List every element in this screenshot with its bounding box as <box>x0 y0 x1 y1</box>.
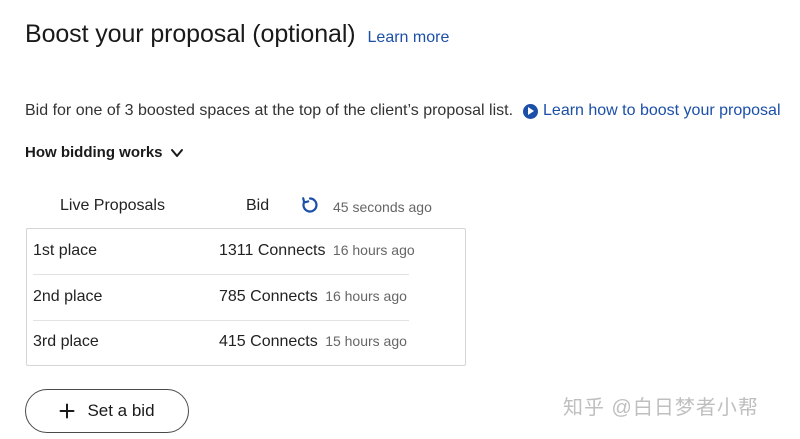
bid-time: 16 hours ago <box>332 242 415 258</box>
description-text: Bid for one of 3 boosted spaces at the t… <box>25 102 514 119</box>
how-bidding-works-label: How bidding works <box>25 144 163 161</box>
place-cell: 1st place <box>33 242 98 259</box>
bid-header: Bid <box>246 197 270 214</box>
set-a-bid-button[interactable]: Set a bid <box>25 389 189 433</box>
boost-description: Bid for one of 3 boosted spaces at the t… <box>25 102 781 120</box>
bid-time: 16 hours ago <box>325 288 407 304</box>
table-header: Live Proposals Bid 45 seconds ago <box>60 195 460 217</box>
place-cell: 3rd place <box>33 333 99 350</box>
learn-how-to-boost-link[interactable]: Learn how to boost your proposal <box>523 102 781 120</box>
page-title: Boost your proposal (optional) <box>25 20 356 48</box>
last-updated-time: 45 seconds ago <box>333 199 432 215</box>
bid-cell: 1311 Connects 16 hours ago <box>219 242 415 260</box>
plus-icon <box>59 403 75 419</box>
place-cell: 2nd place <box>33 288 103 305</box>
bid-amount: 415 Connects <box>219 333 318 350</box>
live-proposals-header: Live Proposals <box>60 197 165 214</box>
bid-amount: 785 Connects <box>219 288 318 305</box>
watermark: 知乎 @白日梦者小帮 <box>563 397 759 419</box>
how-bidding-works-toggle[interactable]: How bidding works <box>25 144 185 161</box>
play-circle-icon <box>523 103 539 119</box>
set-a-bid-label: Set a bid <box>87 401 155 420</box>
chevron-down-icon <box>170 148 183 157</box>
learn-how-to-boost-label: Learn how to boost your proposal <box>543 102 781 119</box>
bid-amount: 1311 Connects <box>219 242 326 259</box>
bid-cell: 415 Connects 15 hours ago <box>219 333 407 351</box>
table-row: 2nd place 785 Connects 16 hours ago <box>33 275 409 321</box>
table-row: 3rd place 415 Connects 15 hours ago <box>33 320 409 365</box>
refresh-icon[interactable] <box>300 195 320 215</box>
table-row: 1st place 1311 Connects 16 hours ago <box>33 229 415 275</box>
learn-more-link[interactable]: Learn more <box>368 29 450 47</box>
bid-time: 15 hours ago <box>325 333 407 349</box>
section-header: Boost your proposal (optional) Learn mor… <box>25 20 449 49</box>
bid-cell: 785 Connects 16 hours ago <box>219 288 407 306</box>
